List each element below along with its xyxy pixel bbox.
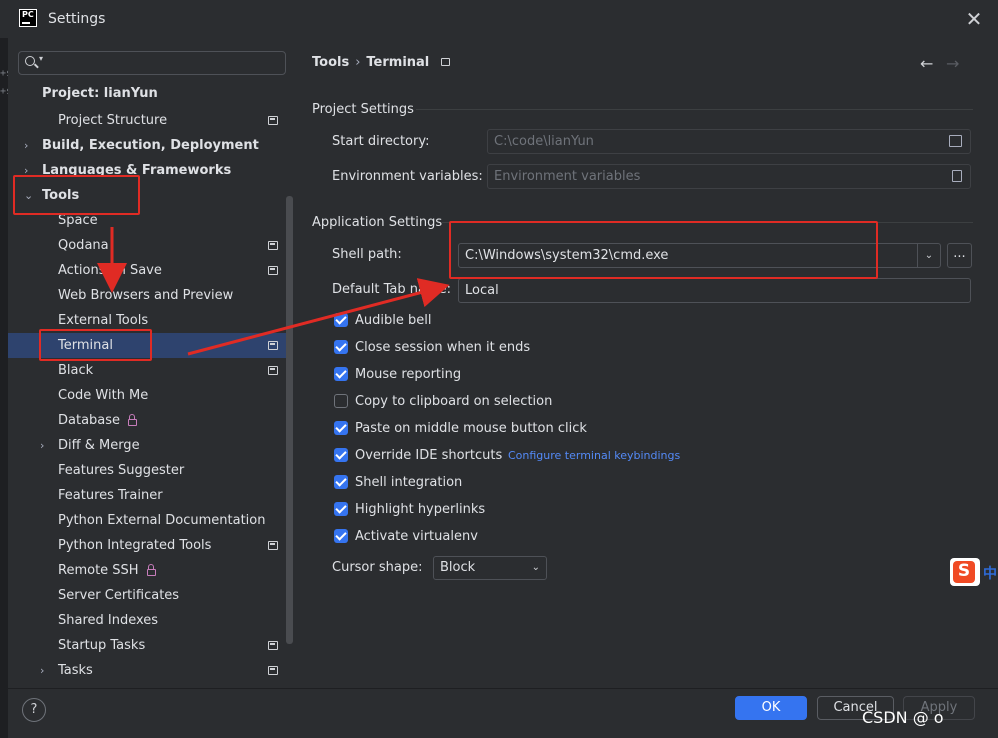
settings-window: e( +s +s PC Settings ✕ ▾ Project: lianYu… xyxy=(0,0,998,738)
annotation-arrows xyxy=(97,227,450,356)
annotation-arrow-right xyxy=(187,278,450,356)
